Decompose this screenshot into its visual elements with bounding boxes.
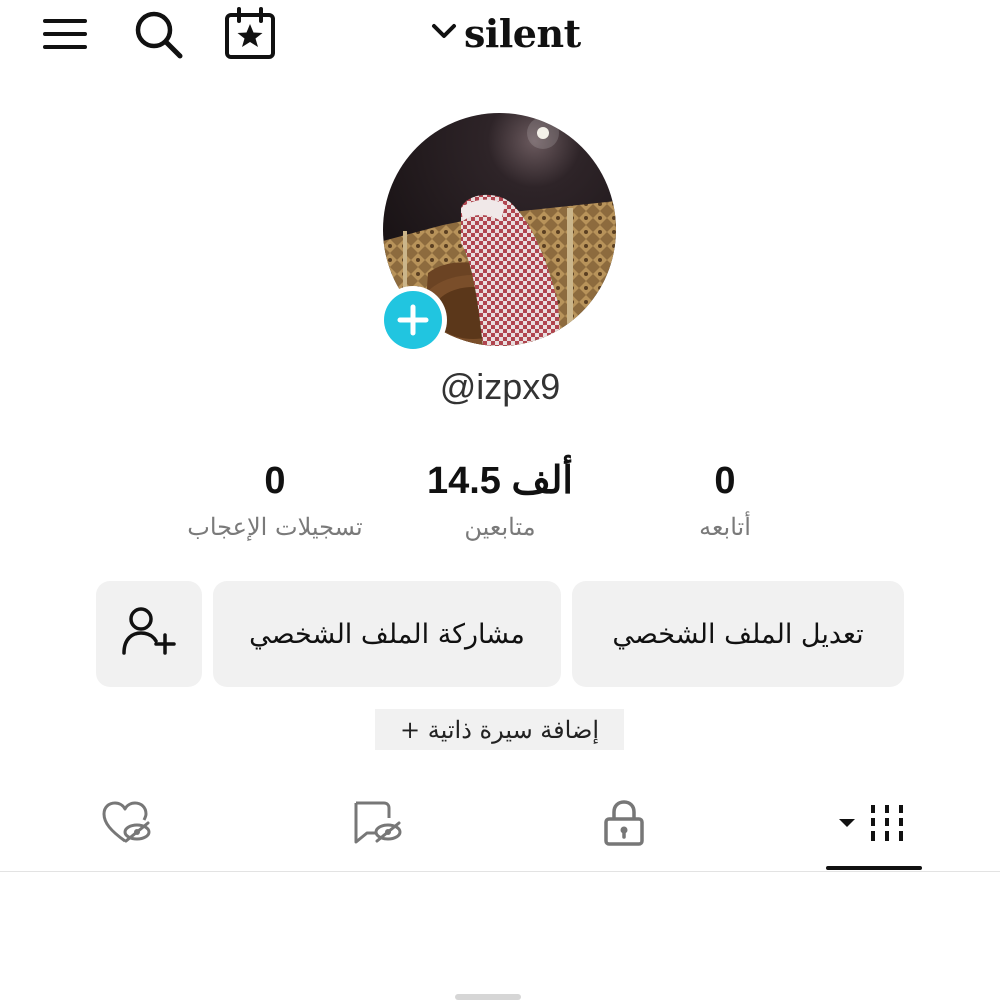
tab-liked[interactable]: [87, 795, 167, 855]
chevron-down-icon: [430, 21, 458, 45]
repost-hidden-icon: [351, 800, 403, 850]
account-switcher[interactable]: silent: [430, 10, 581, 56]
lock-icon: [602, 799, 646, 851]
search-icon[interactable]: [130, 6, 186, 62]
share-profile-button[interactable]: مشاركة الملف الشخصي: [213, 581, 561, 687]
add-story-button[interactable]: [379, 286, 447, 354]
add-bio-button[interactable]: + إضافة سيرة ذاتية: [375, 709, 624, 750]
scroll-handle: [455, 994, 521, 1000]
edit-profile-button[interactable]: تعديل الملف الشخصي: [572, 581, 904, 687]
following-label: أتابعه: [699, 513, 751, 541]
tab-reposts[interactable]: [337, 795, 417, 855]
likes-label: تسجيلات الإعجاب: [187, 513, 363, 541]
active-tab-indicator: [826, 866, 922, 870]
stat-likes[interactable]: 0 تسجيلات الإعجاب: [145, 455, 405, 541]
tab-private[interactable]: [584, 795, 664, 855]
following-count: 0: [714, 460, 736, 502]
grid-icon: [833, 801, 913, 849]
profile-handle: @izpx9: [439, 366, 561, 407]
add-bio-label: + إضافة سيرة ذاتية: [399, 715, 600, 744]
tabs-divider: [0, 871, 1000, 872]
stat-following[interactable]: 0 أتابعه: [595, 455, 855, 541]
username-title: silent: [464, 10, 581, 56]
edit-profile-label: تعديل الملف الشخصي: [612, 618, 864, 650]
stat-followers[interactable]: 14.5 ألف متابعين: [370, 455, 630, 541]
followers-count: 14.5 ألف: [426, 460, 573, 502]
heart-hidden-icon: [101, 801, 153, 849]
add-friend-button[interactable]: [96, 581, 202, 687]
tab-videos[interactable]: [823, 795, 923, 855]
menu-icon[interactable]: [37, 6, 93, 62]
likes-count: 0: [264, 460, 286, 502]
followers-label: متابعين: [464, 513, 536, 541]
add-user-icon: [121, 605, 177, 664]
calendar-star-icon[interactable]: [222, 6, 278, 62]
share-profile-label: مشاركة الملف الشخصي: [249, 618, 525, 650]
plus-icon: [384, 291, 442, 349]
